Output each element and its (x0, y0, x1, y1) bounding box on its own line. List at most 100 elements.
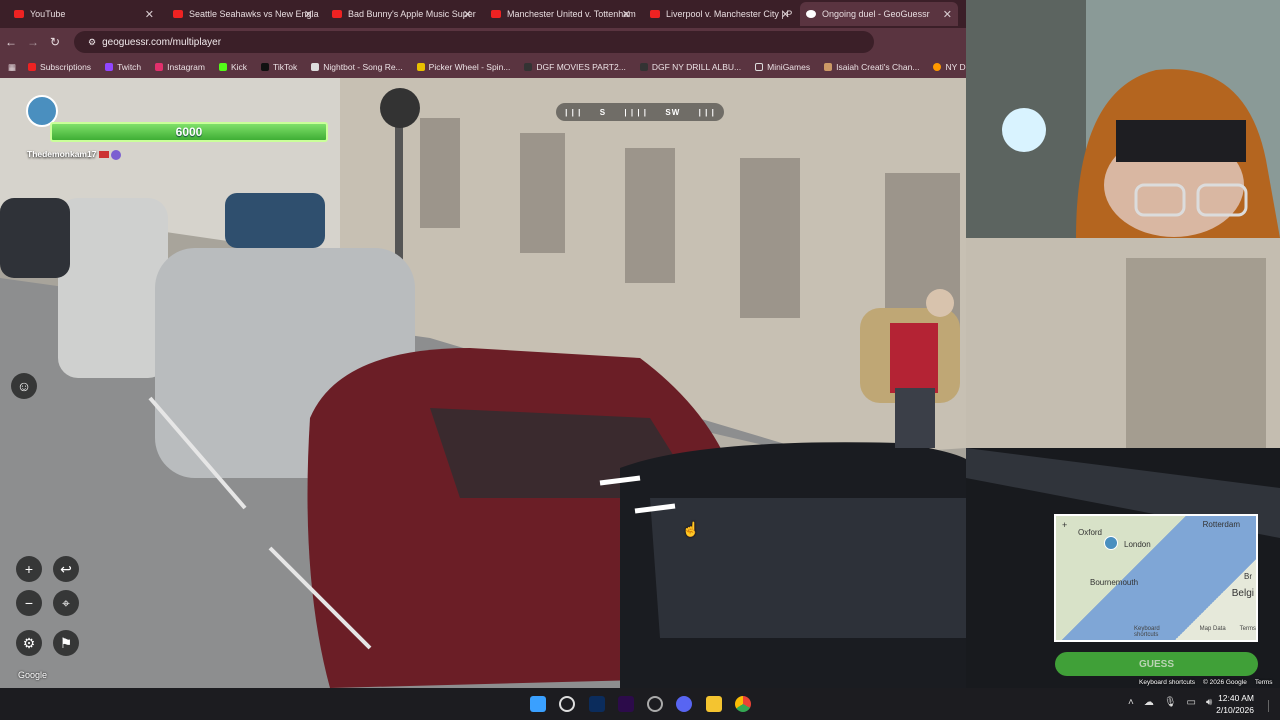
compass-southwest: SW (665, 107, 681, 117)
tab-seahawks[interactable]: Seattle Seahawks vs New England ✕ (167, 2, 319, 26)
street-view-footer: Keyboard shortcuts © 2026 Google Terms (1139, 679, 1273, 686)
hand-cursor-icon: ☝ (682, 521, 700, 537)
url-field[interactable]: ⚙ geoguessr.com/multiplayer (74, 31, 874, 53)
clock-date: 2/10/2026 (1216, 705, 1254, 715)
obs-icon[interactable] (647, 696, 663, 712)
tab-strip: YouTube ✕ Seattle Seahawks vs New England… (0, 0, 966, 28)
clock-time: 12:40 AM (1218, 693, 1254, 703)
compass-ticks: | | | (565, 107, 582, 117)
bookmark[interactable]: Nightbot - Song Re... (311, 62, 403, 72)
map-label: Rotterdam (1202, 520, 1240, 529)
youtube-icon (14, 10, 24, 18)
system-tray: ˄ ☁ 🎙︎ ▭ 🔊︎ (1128, 697, 1212, 708)
close-icon[interactable]: ✕ (145, 8, 154, 21)
health-value: 6000 (175, 125, 203, 139)
address-toolbar: ← → ↻ ⚙ geoguessr.com/multiplayer (0, 28, 966, 56)
photoshop-icon[interactable] (589, 696, 605, 712)
tab-label: YouTube (30, 9, 66, 19)
forward-icon[interactable]: → (22, 35, 44, 49)
windows-start-icon[interactable] (530, 696, 546, 712)
cloud-icon[interactable]: ☁ (1144, 697, 1154, 708)
bookmark[interactable]: TikTok (261, 62, 297, 72)
close-icon[interactable]: ✕ (463, 8, 472, 21)
youtube-icon (491, 10, 501, 18)
taskbar-clock[interactable]: 12:40 AM 2/10/2026 (1216, 692, 1254, 716)
map-label: London (1124, 540, 1151, 549)
zoom-out-button[interactable]: − (16, 590, 42, 616)
report-icon[interactable]: ☺ (11, 373, 37, 399)
search-icon[interactable] (559, 696, 575, 712)
badge-icon (111, 149, 122, 160)
minimap-zoom-icon[interactable]: + (1062, 520, 1067, 530)
youtube-icon (332, 10, 342, 18)
bookmark[interactable]: DGF MOVIES PART2... (524, 62, 626, 72)
bookmark[interactable]: Isaiah Creati's Chan... (824, 62, 919, 72)
player-marker-icon (1104, 536, 1118, 550)
close-icon[interactable]: ✕ (943, 8, 952, 21)
compass-south: S (599, 107, 607, 117)
back-icon[interactable]: ← (0, 35, 22, 49)
bookmarks-bar: ▦ Subscriptions Twitch Instagram Kick Ti… (0, 56, 1017, 78)
guess-minimap[interactable]: Rotterdam Oxford London Bournemouth Belg… (1054, 514, 1258, 642)
player-name: Thedemonkam17 (27, 149, 122, 160)
premiere-icon[interactable] (618, 696, 634, 712)
terms-link[interactable]: Terms (1255, 679, 1273, 686)
file-explorer-icon[interactable] (706, 696, 722, 712)
volume-icon[interactable]: 🔊︎ (1206, 697, 1212, 708)
close-icon[interactable]: ✕ (781, 8, 790, 21)
bookmark[interactable]: Kick (218, 62, 247, 72)
zoom-in-button[interactable]: + (16, 556, 42, 582)
tab-manchester-united[interactable]: Manchester United v. Tottenham ✕ (485, 2, 637, 26)
chrome-icon[interactable] (735, 696, 751, 712)
close-icon[interactable]: ✕ (622, 8, 631, 21)
tab-youtube[interactable]: YouTube ✕ (8, 2, 160, 26)
tab-label: Ongoing duel - GeoGuessr (822, 9, 930, 19)
apps-icon[interactable]: ▦ (8, 62, 16, 73)
bookmark[interactable]: Instagram (155, 62, 205, 72)
bookmark[interactable]: Twitch (105, 62, 141, 72)
bookmark-folder[interactable]: MiniGames (755, 62, 810, 72)
compass: | | | S | | | | SW | | | (556, 103, 724, 121)
tab-bad-bunny[interactable]: Bad Bunny's Apple Music Super ✕ (326, 2, 478, 26)
discord-icon[interactable] (676, 696, 692, 712)
keyboard-shortcuts-link[interactable]: Keyboard shortcuts (1139, 679, 1195, 686)
return-to-start-button[interactable]: ↩ (53, 556, 79, 582)
map-label: Br (1244, 572, 1252, 581)
tab-geoguessr[interactable]: Ongoing duel - GeoGuessr ✕ (800, 2, 958, 26)
street-view-image (0, 78, 966, 688)
site-info-icon[interactable]: ⚙ (88, 37, 96, 48)
display-icon[interactable]: ▭ (1187, 697, 1196, 708)
location-pin-icon[interactable]: ⌖ (53, 590, 79, 616)
show-desktop-button[interactable] (1268, 700, 1274, 712)
map-label: Bournemouth (1090, 578, 1139, 587)
tab-label: Bad Bunny's Apple Music Super (348, 9, 476, 19)
close-icon[interactable]: ✕ (304, 8, 313, 21)
bookmark[interactable]: Subscriptions (28, 62, 91, 72)
tab-label: Seattle Seahawks vs New England (189, 9, 319, 19)
mic-icon[interactable]: 🎙︎ (1164, 697, 1177, 708)
settings-gear-icon[interactable]: ⚙ (16, 630, 42, 656)
flag-checkpoint-icon[interactable]: ⚑ (53, 630, 79, 656)
flag-icon (98, 151, 109, 159)
webcam-overlay (966, 0, 1280, 238)
map-shortcuts-link[interactable]: Keyboard shortcuts (1134, 626, 1186, 638)
map-data-label: Map Data (1199, 626, 1226, 632)
google-logo: Google (18, 670, 48, 680)
youtube-icon (650, 10, 660, 18)
tab-liverpool[interactable]: Liverpool v. Manchester City | P ✕ (644, 2, 796, 26)
map-label: Oxford (1078, 528, 1103, 537)
compass-ticks: | | | | (624, 107, 648, 117)
tab-label: Liverpool v. Manchester City | P (666, 9, 793, 19)
url-text: geoguessr.com/multiplayer (102, 36, 222, 48)
compass-ticks: | | | (698, 107, 715, 117)
street-view-panorama[interactable] (0, 78, 966, 688)
health-bar: 6000 (50, 122, 328, 142)
bookmark[interactable]: Picker Wheel - Spin... (416, 62, 510, 72)
map-terms-link[interactable]: Terms (1240, 626, 1256, 638)
reload-icon[interactable]: ↻ (44, 35, 66, 49)
taskbar (0, 688, 1280, 720)
bookmark[interactable]: DGF NY DRILL ALBU... (639, 62, 741, 72)
webcam-image (966, 0, 1280, 238)
guess-button[interactable]: GUESS (1055, 652, 1258, 676)
chevron-up-icon[interactable]: ˄ (1128, 697, 1134, 708)
